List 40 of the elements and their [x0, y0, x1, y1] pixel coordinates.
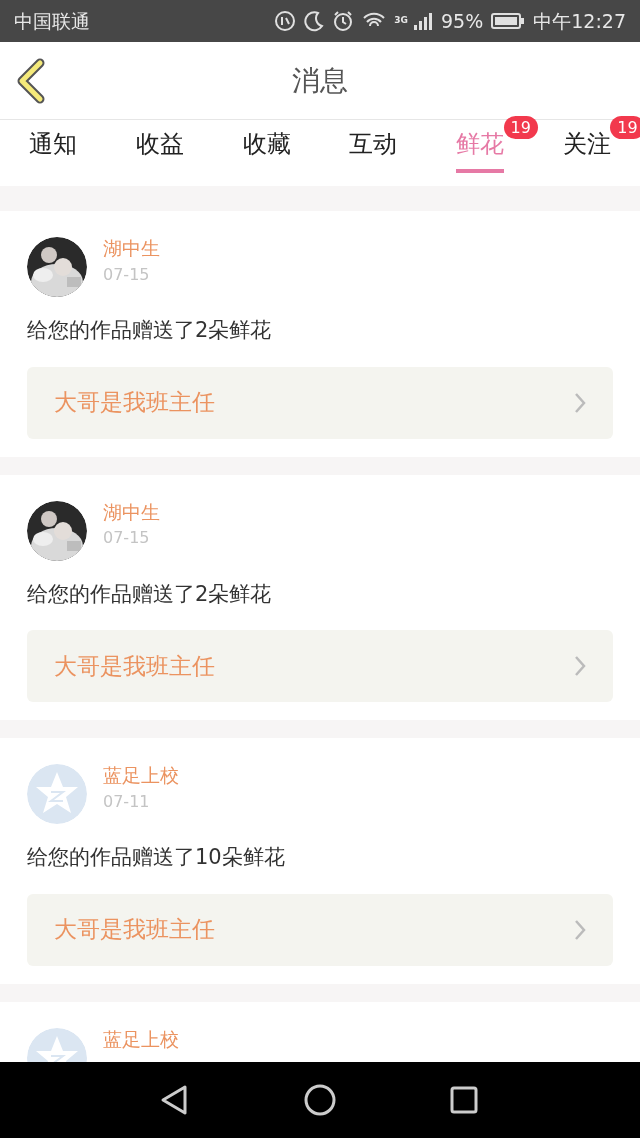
- work-title: 大哥是我班主任: [54, 651, 215, 681]
- work-link[interactable]: 大哥是我班主任: [27, 893, 613, 966]
- work-link[interactable]: 大哥是我班主任: [27, 630, 613, 702]
- message-text: 给您的作品赠送了10朵鲜花: [27, 844, 286, 871]
- tab[interactable]: 收藏: [242, 126, 291, 173]
- work-link[interactable]: 大哥是我班主任: [27, 366, 613, 439]
- message-text: 给您的作品赠送了2朵鲜花: [27, 317, 273, 344]
- clock-time: 中午12:27: [533, 8, 626, 34]
- nav-button[interactable]: [303, 1083, 337, 1117]
- signal-icon: [413, 10, 433, 32]
- home-icon: [303, 1083, 337, 1117]
- user-name[interactable]: 湖中生: [103, 500, 160, 524]
- work-title: 大哥是我班主任: [54, 915, 215, 945]
- page-title: 消息: [292, 62, 348, 99]
- message-text: 给您的作品赠送了2朵鲜花: [27, 580, 273, 608]
- tab[interactable]: 鲜花: [455, 126, 504, 173]
- moon-icon: [304, 10, 325, 32]
- message-date: 07-15: [103, 527, 151, 550]
- user-name[interactable]: 蓝足上校: [103, 764, 179, 787]
- chevron-right-icon: [574, 655, 586, 677]
- chevron-right-icon: [574, 391, 586, 414]
- battery-icon: [491, 11, 526, 31]
- work-title: 大哥是我班主任: [54, 388, 215, 418]
- message-date: 07-11: [103, 790, 151, 813]
- data-saver-icon: [274, 10, 297, 32]
- message-date: 07-15: [103, 263, 151, 286]
- user-name[interactable]: 湖中生: [103, 237, 160, 260]
- chevron-right-icon: [574, 918, 586, 941]
- tab[interactable]: 收益: [136, 126, 184, 173]
- alarm-icon: [332, 10, 355, 32]
- tab[interactable]: 互动: [349, 126, 398, 173]
- battery-percent: 95%: [441, 8, 484, 34]
- network-type: 3G: [394, 13, 408, 27]
- carrier-name: 中国联通: [14, 8, 90, 34]
- user-name[interactable]: 蓝足上校: [103, 1027, 179, 1051]
- tab[interactable]: 关注: [562, 126, 611, 173]
- default-avatar-icon: [27, 764, 87, 824]
- tab[interactable]: 通知: [29, 126, 78, 173]
- count-badge: 19: [610, 116, 640, 139]
- count-badge: 19: [503, 116, 538, 139]
